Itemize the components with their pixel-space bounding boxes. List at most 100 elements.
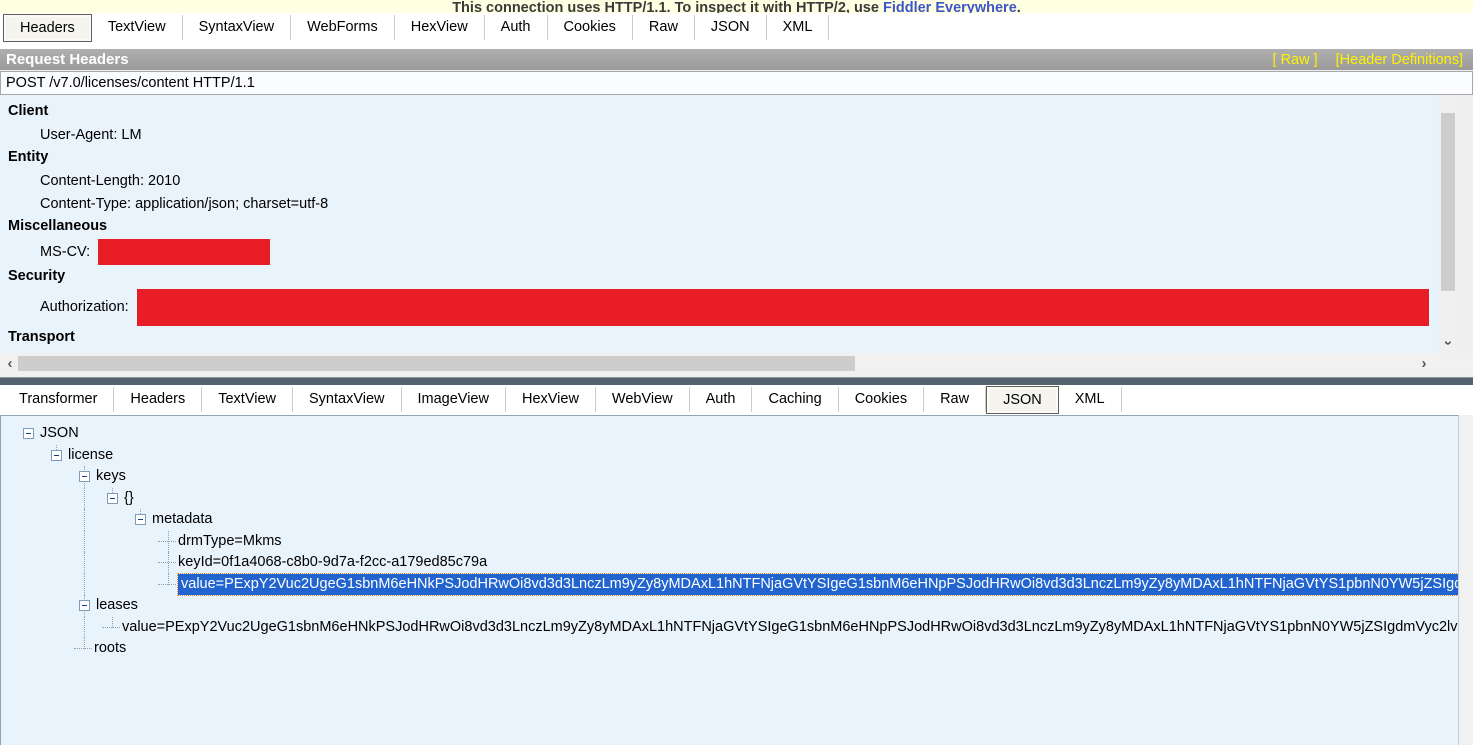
response-tab-webview[interactable]: WebView <box>596 387 690 412</box>
collapse-minus-icon[interactable] <box>51 450 62 461</box>
header-entry: User-Agent: LM <box>0 123 1439 146</box>
request-tab-cookies[interactable]: Cookies <box>548 15 633 40</box>
header-group-transport: Transport <box>0 326 1439 349</box>
tree-guide-line <box>84 531 85 553</box>
tree-row-license[interactable]: license <box>1 445 1458 467</box>
collapse-minus-icon[interactable] <box>23 428 34 439</box>
collapse-minus-icon[interactable] <box>79 471 90 482</box>
headers-vertical-scrollbar[interactable]: › <box>1439 95 1457 353</box>
tree-node-label[interactable]: JSON <box>40 423 79 445</box>
tree-guide-line <box>84 552 85 574</box>
response-tab-auth[interactable]: Auth <box>690 387 753 412</box>
tree-row-value[interactable]: value=PExpY2Vuc2UgeG1sbnM6eHNkPSJodHRwOi… <box>1 617 1458 639</box>
tree-node-label[interactable]: keys <box>96 466 126 488</box>
tree-guide-line <box>84 574 85 596</box>
header-entry: MS-CV: <box>0 238 1439 265</box>
right-margin-strip <box>1457 95 1473 353</box>
tree-node-label[interactable]: keyId=0f1a4068-c8b0-9d7a-f2cc-a179ed85c7… <box>178 552 487 574</box>
header-entry-text: Authorization: <box>40 299 129 315</box>
response-tab-syntaxview[interactable]: SyntaxView <box>293 387 402 412</box>
request-headers-titlebar: Request Headers [ Raw ] [Header Definiti… <box>0 49 1473 70</box>
header-group-security: Security <box>0 265 1439 288</box>
tree-row-roots[interactable]: roots <box>1 638 1458 660</box>
header-group-entity: Entity <box>0 146 1439 169</box>
tree-leaf-connector <box>158 562 176 563</box>
header-entry: Content-Type: application/json; charset=… <box>0 192 1439 215</box>
panel-splitter[interactable] <box>0 377 1473 385</box>
tree-node-label[interactable]: value=PExpY2Vuc2UgeG1sbnM6eHNkPSJodHRwOi… <box>122 617 1458 639</box>
tree-node-label[interactable]: roots <box>94 638 126 660</box>
fiddler-everywhere-link[interactable]: Fiddler Everywhere <box>883 0 1017 13</box>
request-line[interactable]: POST /v7.0/licenses/content HTTP/1.1 <box>0 71 1473 95</box>
request-headers-actions: [ Raw ] [Header Definitions] <box>1273 52 1473 68</box>
header-group-client: Client <box>0 100 1439 123</box>
response-tab-transformer[interactable]: Transformer <box>3 387 114 412</box>
request-tab-webforms[interactable]: WebForms <box>291 15 395 40</box>
request-tab-auth[interactable]: Auth <box>485 15 548 40</box>
chevron-down-icon[interactable]: › <box>1440 334 1456 352</box>
tree-guide-line <box>84 617 85 639</box>
response-tab-headers[interactable]: Headers <box>114 387 202 412</box>
tree-node-label[interactable]: metadata <box>152 509 212 531</box>
request-tab-json[interactable]: JSON <box>695 15 767 40</box>
header-entry: Authorization: <box>0 288 1439 326</box>
request-tab-xml[interactable]: XML <box>767 15 830 40</box>
request-tab-syntaxview[interactable]: SyntaxView <box>183 15 292 40</box>
tree-node-label-selected[interactable]: value=PExpY2Vuc2UgeG1sbnM6eHNkPSJodHRwOi… <box>178 574 1458 596</box>
tree-row-metadata[interactable]: metadata <box>1 509 1458 531</box>
collapse-minus-icon[interactable] <box>135 514 146 525</box>
tree-row-drmtype[interactable]: drmType=Mkms <box>1 531 1458 553</box>
tree-row-keyid[interactable]: keyId=0f1a4068-c8b0-9d7a-f2cc-a179ed85c7… <box>1 552 1458 574</box>
collapse-minus-icon[interactable] <box>79 600 90 611</box>
header-entry-text: Content-Length: 2010 <box>40 173 180 189</box>
tree-row-leases[interactable]: leases <box>1 595 1458 617</box>
tree-row-keys[interactable]: keys <box>1 466 1458 488</box>
response-tab-cookies[interactable]: Cookies <box>839 387 924 412</box>
tree-guide-line <box>84 488 85 510</box>
tree-leaf-connector <box>74 648 92 649</box>
request-inspector-tabstrip: HeadersTextViewSyntaxViewWebFormsHexView… <box>0 13 1473 49</box>
request-headers-title: Request Headers <box>0 51 129 68</box>
tree-leaf-connector <box>102 627 120 628</box>
response-tab-caching[interactable]: Caching <box>752 387 838 412</box>
response-tab-xml[interactable]: XML <box>1059 387 1122 412</box>
request-tab-headers[interactable]: Headers <box>3 14 92 42</box>
tree-guide-line <box>84 509 85 531</box>
response-tab-textview[interactable]: TextView <box>202 387 293 412</box>
collapse-minus-icon[interactable] <box>107 493 118 504</box>
headers-horizontal-scrollbar[interactable]: ‹ › <box>0 353 1473 374</box>
vertical-scrollbar-thumb[interactable] <box>1441 113 1455 291</box>
notice-prefix: This connection uses HTTP/1.1. To inspec… <box>452 0 883 13</box>
chevron-left-icon[interactable]: ‹ <box>2 356 18 371</box>
response-tab-hexview[interactable]: HexView <box>506 387 596 412</box>
request-headers-panel: Client User-Agent: LM Entity Content-Length… <box>0 95 1439 353</box>
http-version-notice: This connection uses HTTP/1.1. To inspec… <box>0 0 1473 13</box>
request-tab-textview[interactable]: TextView <box>92 15 183 40</box>
tree-row-{}[interactable]: {} <box>1 488 1458 510</box>
header-entry-text: MS-CV: <box>40 244 90 260</box>
tree-node-label[interactable]: drmType=Mkms <box>178 531 282 553</box>
response-tab-raw[interactable]: Raw <box>924 387 986 412</box>
http-version-notice-text: This connection uses HTTP/1.1. To inspec… <box>452 0 1021 13</box>
response-inspector-tabstrip: TransformerHeadersTextViewSyntaxViewImag… <box>0 385 1473 415</box>
tree-row-json[interactable]: JSON <box>1 423 1458 445</box>
request-tab-raw[interactable]: Raw <box>633 15 695 40</box>
tree-node-label[interactable]: license <box>68 445 113 467</box>
header-entry-text: Content-Type: application/json; charset=… <box>40 196 328 212</box>
tree-row-value[interactable]: value=PExpY2Vuc2UgeG1sbnM6eHNkPSJodHRwOi… <box>1 574 1458 596</box>
fiddler-inspector-window: This connection uses HTTP/1.1. To inspec… <box>0 0 1473 745</box>
horizontal-scrollbar-thumb[interactable] <box>18 356 855 371</box>
request-tab-hexview[interactable]: HexView <box>395 15 485 40</box>
tree-node-label[interactable]: {} <box>124 488 134 510</box>
response-tab-imageview[interactable]: ImageView <box>402 387 506 412</box>
notice-suffix: . <box>1017 0 1021 13</box>
header-definitions-action-link[interactable]: [Header Definitions] <box>1336 52 1463 68</box>
tree-right-margin-strip <box>1458 415 1473 745</box>
response-tab-json[interactable]: JSON <box>986 386 1059 414</box>
header-entry-text: User-Agent: LM <box>40 127 142 143</box>
header-group-miscellaneous: Miscellaneous <box>0 215 1439 238</box>
tree-node-label[interactable]: leases <box>96 595 138 617</box>
raw-action-link[interactable]: [ Raw ] <box>1273 52 1318 68</box>
redacted-value-block <box>137 289 1429 326</box>
chevron-right-icon[interactable]: › <box>1416 356 1432 371</box>
